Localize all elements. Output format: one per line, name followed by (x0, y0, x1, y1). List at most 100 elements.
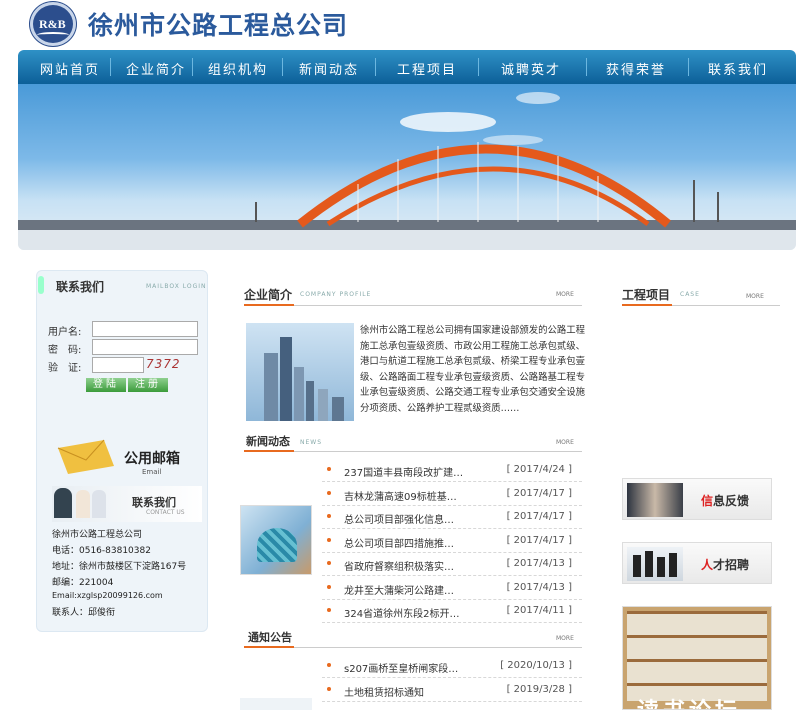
bullet-icon (327, 608, 331, 612)
captcha-image[interactable]: 7372 (146, 357, 181, 371)
news-item[interactable]: 吉林龙蒲高速09标桩基… [ 2017/4/17 ] (322, 483, 582, 506)
notice-more-link[interactable]: MORE (556, 635, 574, 642)
news-item[interactable]: 237国道丰县南段改扩建… [ 2017/4/24 ] (322, 459, 582, 482)
notice-item[interactable]: s207画桥至皇桥闸家段… [ 2020/10/13 ] (322, 655, 582, 678)
captcha-label: 验 证: (48, 363, 82, 374)
main-nav: 网站首页 企业简介 组织机构 新闻动态 工程项目 诚聘英才 获得荣誉 联系我们 (18, 50, 796, 84)
news-item-date: [ 2017/4/13 ] (506, 581, 572, 593)
nav-news[interactable]: 新闻动态 (299, 59, 359, 78)
news-item[interactable]: 总公司项目部强化信息… [ 2017/4/17 ] (322, 506, 582, 529)
public-mailbox-banner[interactable]: 公用邮箱 Email (52, 438, 202, 478)
register-button[interactable]: 注册 (128, 378, 168, 392)
bullet-icon (327, 514, 331, 518)
username-label: 用户名: (48, 327, 82, 338)
feedback-photo (627, 483, 683, 517)
news-item[interactable]: 省政府督察组积极落实… [ 2017/4/13 ] (322, 553, 582, 576)
nav-careers[interactable]: 诚聘英才 (501, 59, 561, 78)
header: R&B 徐州市公路工程总公司 (0, 0, 800, 48)
notice-header (244, 628, 582, 648)
contact-zip: 邮编：221004 (52, 578, 114, 588)
news-item-date: [ 2017/4/17 ] (506, 534, 572, 546)
intro-more-link[interactable]: MORE (556, 291, 574, 298)
nav-projects[interactable]: 工程项目 (397, 59, 457, 78)
contact-phone: 电话：0516-83810382 (52, 546, 151, 556)
company-logo[interactable]: R&B (30, 2, 76, 46)
captcha-input[interactable] (92, 357, 144, 373)
contact-sub: CONTACT US (146, 509, 185, 516)
recruit-button[interactable]: 人才招聘 (622, 542, 772, 584)
bullet-icon (327, 584, 331, 589)
projects-more-link[interactable]: MORE (746, 293, 764, 300)
bullet-icon (327, 686, 331, 691)
news-photo (240, 505, 312, 575)
nav-contact[interactable]: 联系我们 (708, 59, 768, 78)
contact-person: 联系人：邱俊衔 (52, 608, 116, 618)
bullet-icon (327, 561, 331, 565)
bullet-icon (327, 490, 331, 495)
news-item-title[interactable]: 237国道丰县南段改扩建… (344, 464, 463, 479)
notice-photo (240, 698, 312, 710)
nav-about[interactable]: 企业简介 (126, 59, 186, 78)
mailbox-title: 公用邮箱 (124, 451, 180, 467)
notice-item-date: [ 2020/10/13 ] (500, 660, 572, 671)
news-sub: NEWS (300, 439, 323, 446)
notice-item-title[interactable]: s207画桥至皇桥闸家段… (344, 660, 458, 675)
notice-item[interactable]: 土地租赁招标通知 [ 2019/3/28 ] (322, 679, 582, 702)
reading-forum-text: 读书论坛 (637, 693, 741, 709)
notice-item-date: [ 2019/3/28 ] (506, 683, 572, 695)
contact-address: 地址：徐州市鼓楼区下淀路167号 (52, 562, 187, 572)
news-item[interactable]: 龙井至大蒲柴河公路建… [ 2017/4/13 ] (322, 577, 582, 600)
news-item[interactable]: 总公司项目部四措施推… [ 2017/4/17 ] (322, 530, 582, 553)
recruit-label: 人才招聘 (701, 558, 750, 572)
bullet-icon (327, 663, 331, 667)
sidebar-title: 联系我们 (56, 280, 105, 294)
nav-honors[interactable]: 获得荣誉 (606, 59, 666, 78)
intro-header (244, 286, 582, 306)
password-input[interactable] (92, 339, 198, 355)
news-item-title[interactable]: 总公司项目部强化信息… (344, 511, 454, 526)
recruit-photo (627, 547, 683, 581)
city-photo (246, 323, 354, 421)
news-item-date: [ 2017/4/24 ] (506, 464, 572, 475)
notice-item-title[interactable]: 土地租赁招标通知 (344, 684, 424, 699)
news-item-title[interactable]: 总公司项目部四措施推… (344, 535, 454, 550)
reading-forum-banner[interactable]: 读书论坛 (622, 606, 772, 710)
news-item-title[interactable]: 324省道徐州东段2标开… (344, 605, 459, 620)
password-label: 密 码: (48, 345, 82, 356)
contact-us-banner: 联系我们 CONTACT US (52, 486, 202, 522)
news-item-date: [ 2017/4/11 ] (506, 605, 572, 616)
nav-organization[interactable]: 组织机构 (208, 59, 268, 78)
contact-email[interactable]: Email:xzglsp20099126.com (52, 591, 163, 600)
notice-title: 通知公告 (248, 631, 292, 644)
envelope-icon (57, 439, 114, 474)
mailbox-sub: Email (142, 468, 162, 476)
login-button[interactable]: 登陆 (86, 378, 126, 392)
intro-text: 徐州市公路工程总公司拥有国家建设部颁发的公路工程施工总承包壹级资质、市政公用工程… (360, 325, 586, 414)
intro-sub: COMPANY PROFILE (300, 291, 372, 298)
company-name: 徐州市公路工程总公司 (88, 11, 349, 40)
news-item-title[interactable]: 龙井至大蒲柴河公路建… (344, 582, 454, 597)
feedback-button[interactable]: 信息反馈 (622, 478, 772, 520)
news-item-date: [ 2017/4/13 ] (506, 558, 572, 569)
news-item-title[interactable]: 省政府督察组积极落实… (344, 558, 454, 573)
logo-text: R&B (39, 17, 66, 31)
news-item-date: [ 2017/4/17 ] (506, 487, 572, 499)
intro-title: 企业简介 (244, 288, 293, 302)
username-input[interactable] (92, 321, 198, 337)
nav-home[interactable]: 网站首页 (40, 59, 100, 78)
news-item-title[interactable]: 吉林龙蒲高速09标桩基… (344, 488, 457, 503)
news-header (244, 432, 582, 452)
bridge-banner (18, 84, 796, 250)
contact-company: 徐州市公路工程总公司 (52, 530, 143, 540)
people-photo (54, 488, 72, 518)
feedback-label: 信息反馈 (701, 494, 750, 508)
projects-title: 工程项目 (622, 288, 671, 302)
contact-title: 联系我们 (132, 496, 176, 509)
projects-sub: CASE (680, 291, 700, 298)
sidebar-marker (38, 276, 44, 294)
news-more-link[interactable]: MORE (556, 439, 574, 446)
bullet-icon (327, 467, 331, 471)
bullet-icon (327, 537, 331, 542)
news-item[interactable]: 324省道徐州东段2标开… [ 2017/4/11 ] (322, 600, 582, 623)
news-item-date: [ 2017/4/17 ] (506, 511, 572, 522)
